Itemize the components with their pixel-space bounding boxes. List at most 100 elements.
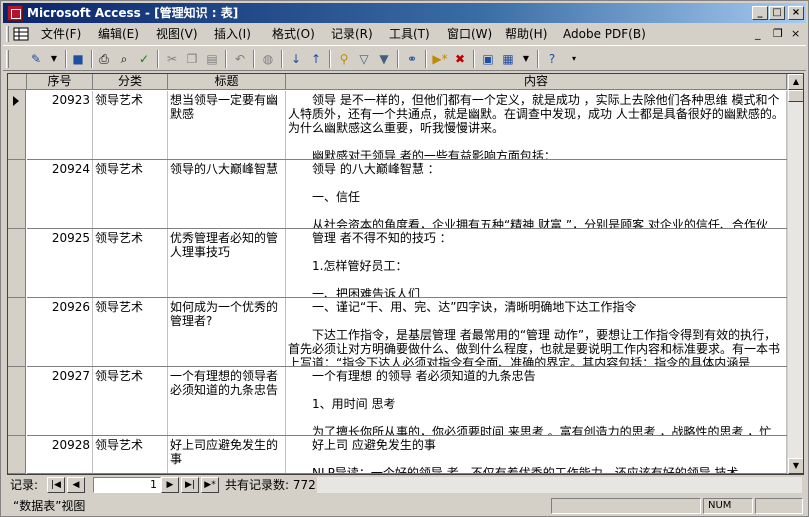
cell-title[interactable]: 领导的八大巅峰智慧 bbox=[168, 160, 286, 228]
sort-descending-icon[interactable]: ↑ bbox=[307, 50, 325, 68]
cell-title[interactable]: 想当领导一定要有幽默感 bbox=[168, 91, 286, 159]
cell-content[interactable]: 领导 是不一样的，但他们都有一个定义，就是成功 ，实际上去除他们各种思维 模式和… bbox=[286, 91, 787, 159]
cell-category[interactable]: 领导艺术 bbox=[93, 298, 168, 366]
table-row[interactable]: 20926 领导艺术 如何成为一个优秀的管理者? 一、谨记“干、用、完、达”四字诀，… bbox=[27, 298, 787, 367]
view-dropdown-icon[interactable]: ▼ bbox=[45, 50, 63, 68]
table-row[interactable]: 20927 领导艺术 一个有理想的领导者必须知道的九条忠告 一个有理想 的领导 者必… bbox=[27, 367, 787, 436]
table-row[interactable]: 20924 领导艺术 领导的八大巅峰智慧 领导 的八大巅峰智慧 ： 一、信任 从社会… bbox=[27, 160, 787, 229]
print-icon[interactable]: ⎙ bbox=[95, 50, 113, 68]
copy-icon[interactable]: ❐ bbox=[183, 50, 201, 68]
help-icon[interactable]: ? bbox=[543, 50, 561, 68]
find-icon[interactable]: ⚭ bbox=[403, 50, 421, 68]
menu-view[interactable]: 视图(V) bbox=[156, 27, 198, 41]
cell-title[interactable]: 一个有理想的领导者必须知道的九条忠告 bbox=[168, 367, 286, 435]
menu-format[interactable]: 格式(O) bbox=[272, 27, 315, 41]
menu-window[interactable]: 窗口(W) bbox=[447, 27, 492, 41]
menu-insert[interactable]: 插入(I) bbox=[214, 27, 251, 41]
menu-records[interactable]: 记录(R) bbox=[331, 27, 373, 41]
undo-icon[interactable]: ↶ bbox=[231, 50, 249, 68]
cell-content[interactable]: 一、谨记“干、用、完、达”四字诀，清晰明确地下达工作指令 下达工作指令，是基层管… bbox=[286, 298, 787, 366]
current-record-input[interactable]: 1 bbox=[93, 477, 161, 493]
cut-icon[interactable]: ✂ bbox=[163, 50, 181, 68]
sort-ascending-icon[interactable]: ↓ bbox=[287, 50, 305, 68]
apply-filter-icon[interactable]: ▼ bbox=[375, 50, 393, 68]
record-selector[interactable] bbox=[8, 229, 26, 298]
content-line bbox=[288, 452, 784, 466]
scroll-up-button[interactable]: ▲ bbox=[788, 74, 803, 90]
vertical-scrollbar[interactable]: ▲ ▼ bbox=[787, 74, 803, 474]
access-app-icon[interactable] bbox=[7, 5, 23, 21]
view-design-icon[interactable]: ✎ bbox=[27, 50, 45, 68]
select-all-corner[interactable] bbox=[8, 74, 27, 90]
cell-title[interactable]: 如何成为一个优秀的管理者? bbox=[168, 298, 286, 366]
column-header-category[interactable]: 分类 bbox=[93, 74, 168, 90]
insert-hyperlink-icon[interactable]: ◍ bbox=[259, 50, 277, 68]
cell-category[interactable]: 领导艺术 bbox=[93, 229, 168, 297]
new-object-icon[interactable]: ▦ bbox=[499, 50, 517, 68]
horizontal-scrollbar[interactable] bbox=[317, 477, 802, 493]
database-window-icon[interactable]: ▣ bbox=[479, 50, 497, 68]
cell-content[interactable]: 领导 的八大巅峰智慧 ： 一、信任 从社会资本的角度看，企业拥有五种“精神 财富… bbox=[286, 160, 787, 228]
datasheet-icon[interactable] bbox=[13, 27, 29, 41]
cell-category[interactable]: 领导艺术 bbox=[93, 91, 168, 159]
first-record-button[interactable]: |◀ bbox=[47, 477, 65, 493]
record-selector[interactable] bbox=[8, 298, 26, 367]
menu-tools[interactable]: 工具(T) bbox=[389, 27, 430, 41]
cell-content[interactable]: 好上司 应避免发生的事 NLP导读：一个好的领导 者，不仅有着优秀的工作能力，还… bbox=[286, 436, 787, 473]
toolbar-options-icon[interactable]: ▾ bbox=[565, 50, 583, 68]
paste-icon[interactable]: ▤ bbox=[203, 50, 221, 68]
content-line: 1、用时间 思考 bbox=[288, 397, 396, 411]
toolbar-grip[interactable] bbox=[6, 50, 9, 68]
content-line: 为了擅长你所从事的，你必须要时间 来思考 。富有创造力的思考 ，战略性的思考 ，… bbox=[288, 425, 772, 435]
menu-file[interactable]: 文件(F) bbox=[41, 27, 81, 41]
close-button[interactable]: × bbox=[788, 6, 804, 20]
column-header-id[interactable]: 序号 bbox=[27, 74, 93, 90]
print-preview-icon[interactable]: ⌕ bbox=[115, 50, 133, 68]
delete-record-icon[interactable]: ✖ bbox=[451, 50, 469, 68]
menu-help[interactable]: 帮助(H) bbox=[505, 27, 547, 41]
table-row[interactable]: 20928 领导艺术 好上司应避免发生的事 好上司 应避免发生的事 NLP导读：一个… bbox=[27, 436, 787, 474]
mdi-close-button[interactable]: × bbox=[791, 28, 800, 40]
table-row[interactable]: 20925 领导艺术 优秀管理者必知的管人理事技巧 管理 者不得不知的技巧 ： 1.… bbox=[27, 229, 787, 298]
record-selector[interactable] bbox=[8, 436, 26, 474]
record-selector[interactable] bbox=[8, 91, 26, 160]
cell-category[interactable]: 领导艺术 bbox=[93, 367, 168, 435]
last-record-button[interactable]: ▶| bbox=[181, 477, 199, 493]
previous-record-button[interactable]: ◀ bbox=[67, 477, 85, 493]
new-record-icon[interactable]: ▶* bbox=[431, 50, 449, 68]
column-header-title[interactable]: 标题 bbox=[168, 74, 286, 90]
scroll-down-button[interactable]: ▼ bbox=[788, 458, 803, 474]
filter-by-selection-icon[interactable]: ⚲ bbox=[335, 50, 353, 68]
cell-id[interactable]: 20926 bbox=[27, 298, 93, 366]
cell-title[interactable]: 优秀管理者必知的管人理事技巧 bbox=[168, 229, 286, 297]
table-row[interactable]: 20923 领导艺术 想当领导一定要有幽默感 领导 是不一样的，但他们都有一个定义，… bbox=[27, 91, 787, 160]
save-icon[interactable]: ■ bbox=[69, 50, 87, 68]
cell-id[interactable]: 20927 bbox=[27, 367, 93, 435]
cell-category[interactable]: 领导艺术 bbox=[93, 436, 168, 473]
filter-by-form-icon[interactable]: ▽ bbox=[355, 50, 373, 68]
menu-grip[interactable] bbox=[6, 26, 9, 42]
next-record-button[interactable]: ▶ bbox=[161, 477, 179, 493]
new-record-button[interactable]: ▶* bbox=[201, 477, 219, 493]
record-selector[interactable] bbox=[8, 367, 26, 436]
new-object-dropdown-icon[interactable]: ▼ bbox=[517, 50, 535, 68]
record-selector[interactable] bbox=[8, 160, 26, 229]
menu-edit[interactable]: 编辑(E) bbox=[98, 27, 139, 41]
cell-id[interactable]: 20923 bbox=[27, 91, 93, 159]
column-header-content[interactable]: 内容 bbox=[286, 74, 787, 90]
maximize-button[interactable]: □ bbox=[769, 6, 785, 20]
cell-id[interactable]: 20925 bbox=[27, 229, 93, 297]
mdi-minimize-button[interactable]: _ bbox=[755, 28, 761, 40]
cell-id[interactable]: 20924 bbox=[27, 160, 93, 228]
cell-title[interactable]: 好上司应避免发生的事 bbox=[168, 436, 286, 473]
scroll-thumb[interactable] bbox=[788, 90, 803, 102]
minimize-button[interactable]: _ bbox=[752, 6, 768, 20]
menu-adobe-pdf[interactable]: Adobe PDF(B) bbox=[563, 27, 646, 41]
title-bar[interactable]: Microsoft Access - [管理知识 : 表] _ □ × bbox=[3, 3, 806, 23]
cell-content[interactable]: 一个有理想 的领导 者必须知道的九条忠告 1、用时间 思考 为了擅长你所从事的，… bbox=[286, 367, 787, 435]
cell-id[interactable]: 20928 bbox=[27, 436, 93, 473]
cell-content[interactable]: 管理 者不得不知的技巧 ： 1.怎样管好员工： 一、把困难告诉人们 bbox=[286, 229, 787, 297]
cell-category[interactable]: 领导艺术 bbox=[93, 160, 168, 228]
mdi-restore-button[interactable]: ❐ bbox=[773, 28, 783, 40]
spelling-icon[interactable]: ✓ bbox=[135, 50, 153, 68]
